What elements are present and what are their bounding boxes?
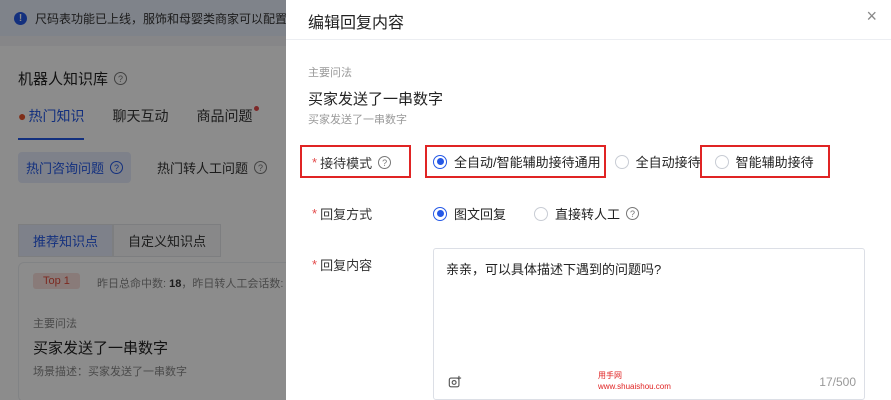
radio-transfer-human[interactable]: 直接转人工? [534,204,640,223]
drawer-header: 编辑回复内容 × [286,0,891,40]
radio-rich-reply[interactable]: 图文回复 [433,204,506,223]
watermark-line: 用手网 [598,371,622,380]
reply-method-options: 图文回复 直接转人工? [433,204,653,223]
required-mark: * [312,257,318,272]
radio-unchecked-icon [534,206,549,221]
close-icon[interactable]: × [866,6,877,27]
radio-checked-icon [433,206,447,221]
reply-method-label: * 回复方式 [312,204,372,223]
drawer-title: 编辑回复内容 [308,15,405,32]
watermark-line: www.shuaishou.com [598,382,671,391]
main-question: 买家发送了一串数字 [308,91,444,108]
help-icon[interactable]: ? [626,207,640,220]
modal-overlay[interactable] [0,0,286,400]
reply-content-label: * 回复内容 [312,255,372,274]
radio-full-auto[interactable]: 全自动接待 [614,152,701,171]
required-mark: * [312,206,318,221]
radio-label: 全自动接待 [635,155,701,170]
radio-label: 图文回复 [454,207,507,222]
reply-content-value[interactable]: 亲亲，可以具体描述下遇到的问题吗? [446,259,661,278]
watermark: 用手网 www.shuaishou.com [598,370,671,392]
image-attach-icon[interactable] [448,375,462,389]
highlight-box-mode-label [300,145,411,178]
radio-label: 直接转人工 [555,207,621,222]
main-question-desc: 买家发送了一串数字 [308,114,407,126]
reply-content-label-text: 回复内容 [320,258,373,273]
highlight-box-smart-assist [700,145,830,178]
main-question-label: 主要问法 [308,67,352,79]
highlight-box-auto-assist [425,145,606,178]
char-counter: 17/500 [819,375,856,389]
reply-method-label-text: 回复方式 [320,207,373,222]
edit-reply-drawer: 编辑回复内容 × 主要问法 买家发送了一串数字 买家发送了一串数字 * 接待模式… [286,0,891,400]
radio-unchecked-icon [614,154,629,169]
